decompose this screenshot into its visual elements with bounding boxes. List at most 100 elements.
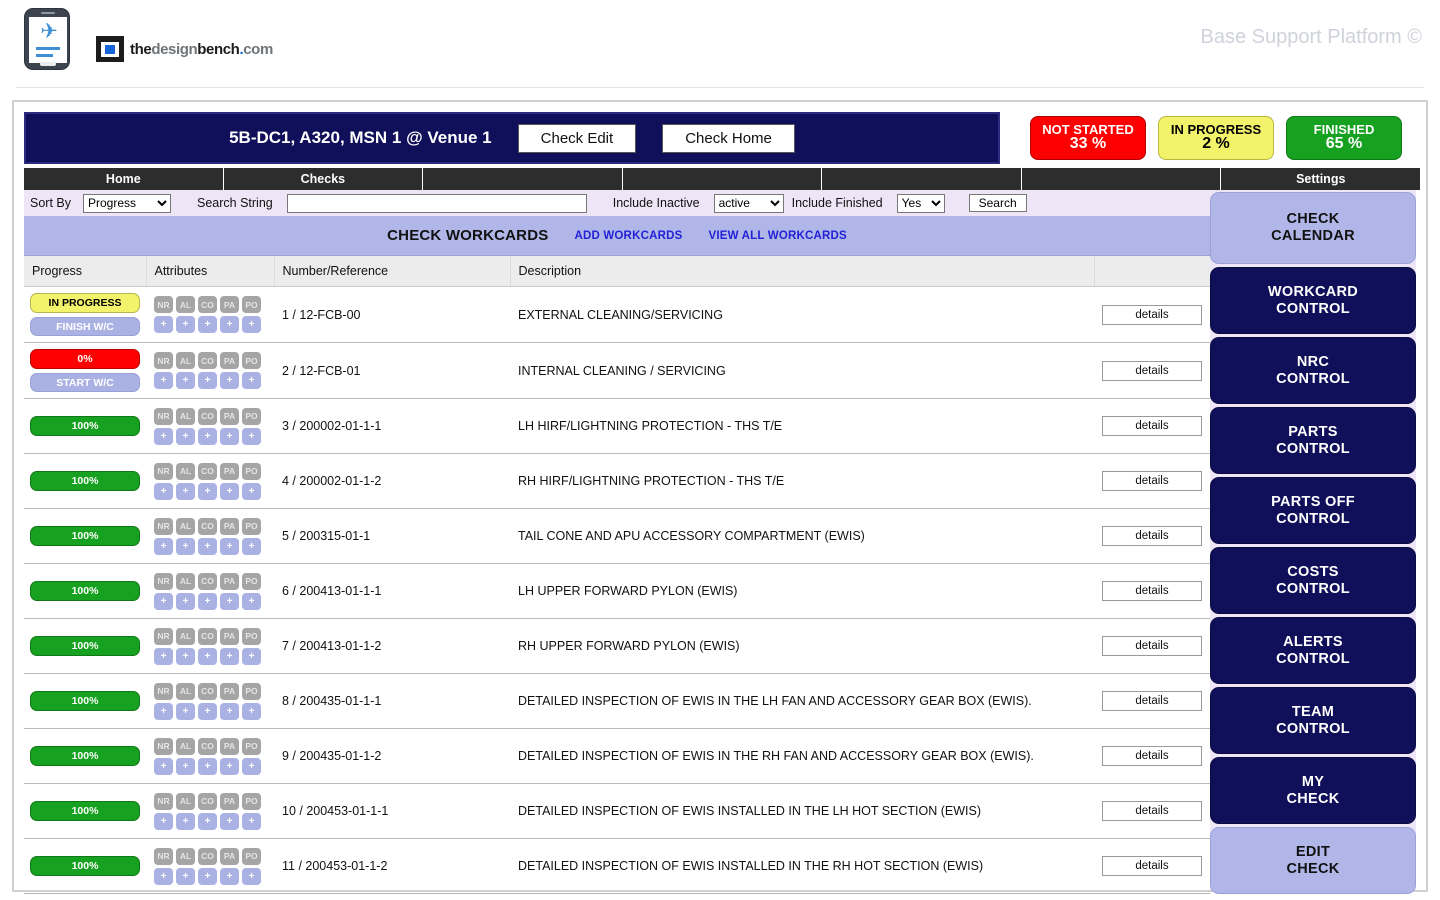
check-home-button[interactable]: Check Home <box>662 123 795 153</box>
status-badge-in-progress[interactable]: IN PROGRESS 2 % <box>1158 116 1274 160</box>
add-al-button[interactable]: + <box>176 316 195 333</box>
add-co-button[interactable]: + <box>198 647 217 665</box>
add-al-button[interactable]: + <box>176 702 195 720</box>
sidebar-item-edit-check[interactable]: EDIT CHECK <box>1210 827 1416 894</box>
add-po-button[interactable]: + <box>242 647 261 665</box>
add-nr-button[interactable]: + <box>154 482 173 500</box>
add-workcards-link[interactable]: ADD WORKCARDS <box>574 230 682 242</box>
add-pa-button[interactable]: + <box>220 537 239 555</box>
details-button[interactable]: details <box>1102 746 1202 766</box>
sidebar-item-check-calendar[interactable]: CHECK CALENDAR <box>1210 192 1416 264</box>
add-po-button[interactable]: + <box>242 372 261 389</box>
add-nr-button[interactable]: + <box>154 867 173 885</box>
sidebar-item-parts-off-control[interactable]: PARTS OFF CONTROL <box>1210 477 1416 544</box>
add-nr-button[interactable]: + <box>154 647 173 665</box>
tab-checks[interactable]: Checks <box>224 168 424 190</box>
add-nr-button[interactable]: + <box>154 537 173 555</box>
status-badge-finished[interactable]: FINISHED 65 % <box>1286 116 1402 160</box>
add-al-button[interactable]: + <box>176 647 195 665</box>
include-finished-select[interactable]: Yes <box>896 193 945 213</box>
add-co-button[interactable]: + <box>198 537 217 555</box>
add-nr-button[interactable]: + <box>154 427 173 445</box>
add-pa-button[interactable]: + <box>220 867 239 885</box>
add-po-button[interactable]: + <box>242 482 261 500</box>
sidebar-item-workcard-control[interactable]: WORKCARD CONTROL <box>1210 267 1416 334</box>
details-button[interactable]: details <box>1102 801 1202 821</box>
add-al-button[interactable]: + <box>176 427 195 445</box>
add-po-button[interactable]: + <box>242 537 261 555</box>
add-pa-button[interactable]: + <box>220 647 239 665</box>
add-nr-button[interactable]: + <box>154 702 173 720</box>
add-nr-button[interactable]: + <box>154 757 173 775</box>
sidebar-item-parts-control[interactable]: PARTS CONTROL <box>1210 407 1416 474</box>
add-nr-button[interactable]: + <box>154 592 173 610</box>
view-all-workcards-link[interactable]: VIEW ALL WORKCARDS <box>708 230 846 242</box>
add-al-button[interactable]: + <box>176 812 195 830</box>
add-al-button[interactable]: + <box>176 867 195 885</box>
sort-by-select[interactable]: Progress <box>83 193 171 213</box>
details-button[interactable]: details <box>1102 691 1202 711</box>
workcard-action-button[interactable]: FINISH W/C <box>30 317 140 336</box>
details-button[interactable]: details <box>1102 856 1202 876</box>
attribute-column: AL + <box>176 462 195 500</box>
add-co-button[interactable]: + <box>198 482 217 500</box>
check-edit-button[interactable]: Check Edit <box>517 123 637 153</box>
tab-empty-1[interactable] <box>423 168 623 190</box>
tab-settings[interactable]: Settings <box>1221 168 1420 190</box>
workcard-action-button[interactable]: START W/C <box>30 373 140 392</box>
add-po-button[interactable]: + <box>242 702 261 720</box>
add-co-button[interactable]: + <box>198 702 217 720</box>
details-button[interactable]: details <box>1102 416 1202 436</box>
details-button[interactable]: details <box>1102 526 1202 546</box>
add-al-button[interactable]: + <box>176 592 195 610</box>
add-pa-button[interactable]: + <box>220 702 239 720</box>
add-po-button[interactable]: + <box>242 867 261 885</box>
sidebar-item-team-control[interactable]: TEAM CONTROL <box>1210 687 1416 754</box>
add-al-button[interactable]: + <box>176 482 195 500</box>
sidebar-item-alerts-control[interactable]: ALERTS CONTROL <box>1210 617 1416 684</box>
add-co-button[interactable]: + <box>198 592 217 610</box>
add-co-button[interactable]: + <box>198 372 217 389</box>
add-pa-button[interactable]: + <box>220 757 239 775</box>
add-po-button[interactable]: + <box>242 592 261 610</box>
add-co-button[interactable]: + <box>198 427 217 445</box>
details-button[interactable]: details <box>1102 304 1202 325</box>
add-po-button[interactable]: + <box>242 316 261 333</box>
tab-home[interactable]: Home <box>24 168 224 190</box>
number-reference-cell: 4 / 200002-01-1-2 <box>282 474 382 488</box>
add-al-button[interactable]: + <box>176 537 195 555</box>
add-po-button[interactable]: + <box>242 757 261 775</box>
add-po-button[interactable]: + <box>242 427 261 445</box>
add-pa-button[interactable]: + <box>220 427 239 445</box>
add-co-button[interactable]: + <box>198 757 217 775</box>
sidebar-item-my-check[interactable]: MY CHECK <box>1210 757 1416 824</box>
add-nr-button[interactable]: + <box>154 316 173 333</box>
status-badge-not-started[interactable]: NOT STARTED 33 % <box>1030 116 1146 160</box>
add-po-button[interactable]: + <box>242 812 261 830</box>
add-nr-button[interactable]: + <box>154 812 173 830</box>
sidebar-item-nrc-control[interactable]: NRC CONTROL <box>1210 337 1416 404</box>
details-button[interactable]: details <box>1102 636 1202 656</box>
include-inactive-select[interactable]: active <box>713 193 784 213</box>
sidebar-item-costs-control[interactable]: COSTS CONTROL <box>1210 547 1416 614</box>
add-co-button[interactable]: + <box>198 812 217 830</box>
details-button[interactable]: details <box>1102 471 1202 491</box>
add-al-button[interactable]: + <box>176 372 195 389</box>
add-nr-button[interactable]: + <box>154 372 173 389</box>
tab-empty-3[interactable] <box>822 168 1022 190</box>
search-button[interactable]: Search <box>968 194 1027 212</box>
tab-empty-4[interactable] <box>1022 168 1222 190</box>
add-pa-button[interactable]: + <box>220 592 239 610</box>
add-pa-button[interactable]: + <box>220 812 239 830</box>
add-pa-button[interactable]: + <box>220 372 239 389</box>
column-header-actions <box>1094 256 1210 287</box>
add-pa-button[interactable]: + <box>220 482 239 500</box>
tab-empty-2[interactable] <box>623 168 823 190</box>
search-input[interactable] <box>286 193 587 213</box>
add-co-button[interactable]: + <box>198 316 217 333</box>
add-co-button[interactable]: + <box>198 867 217 885</box>
details-button[interactable]: details <box>1102 360 1202 381</box>
add-pa-button[interactable]: + <box>220 316 239 333</box>
details-button[interactable]: details <box>1102 581 1202 601</box>
add-al-button[interactable]: + <box>176 757 195 775</box>
